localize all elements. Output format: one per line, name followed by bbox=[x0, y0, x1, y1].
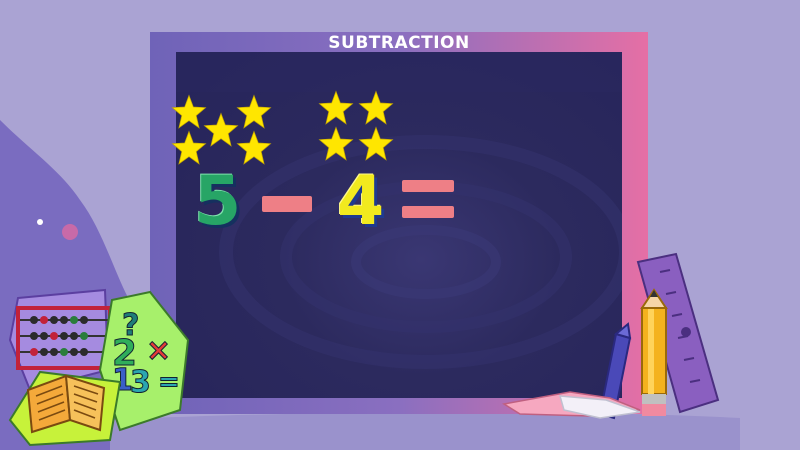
decor-ball bbox=[62, 224, 78, 240]
math-decoration-cluster: ? 2 × 1 3 = bbox=[8, 288, 190, 447]
equals-sign-top bbox=[402, 180, 454, 192]
star-icon-right bbox=[318, 126, 354, 162]
star-icon-right bbox=[358, 126, 394, 162]
star-icon-left bbox=[236, 130, 272, 166]
star-icon-left bbox=[171, 94, 207, 130]
star-icon-left bbox=[236, 94, 272, 130]
star-icon-right bbox=[318, 90, 354, 126]
stationery-decoration-cluster bbox=[501, 252, 720, 420]
pencil-icon bbox=[640, 288, 668, 416]
eraser-icon bbox=[501, 391, 641, 419]
math-symbol-equals: = bbox=[158, 367, 180, 397]
equals-sign-bottom bbox=[402, 206, 454, 218]
math-symbol-three: 3 bbox=[130, 365, 151, 400]
decor-dot bbox=[37, 219, 43, 225]
star-icon-left bbox=[203, 112, 239, 148]
second-number: 4 bbox=[337, 162, 385, 241]
lesson-title: SUBTRACTION bbox=[328, 33, 470, 53]
star-icon-right bbox=[358, 90, 394, 126]
minus-sign bbox=[262, 196, 312, 212]
math-symbol-multiply: × bbox=[146, 333, 171, 368]
star-icon-left bbox=[171, 130, 207, 166]
first-number: 5 bbox=[194, 162, 242, 241]
